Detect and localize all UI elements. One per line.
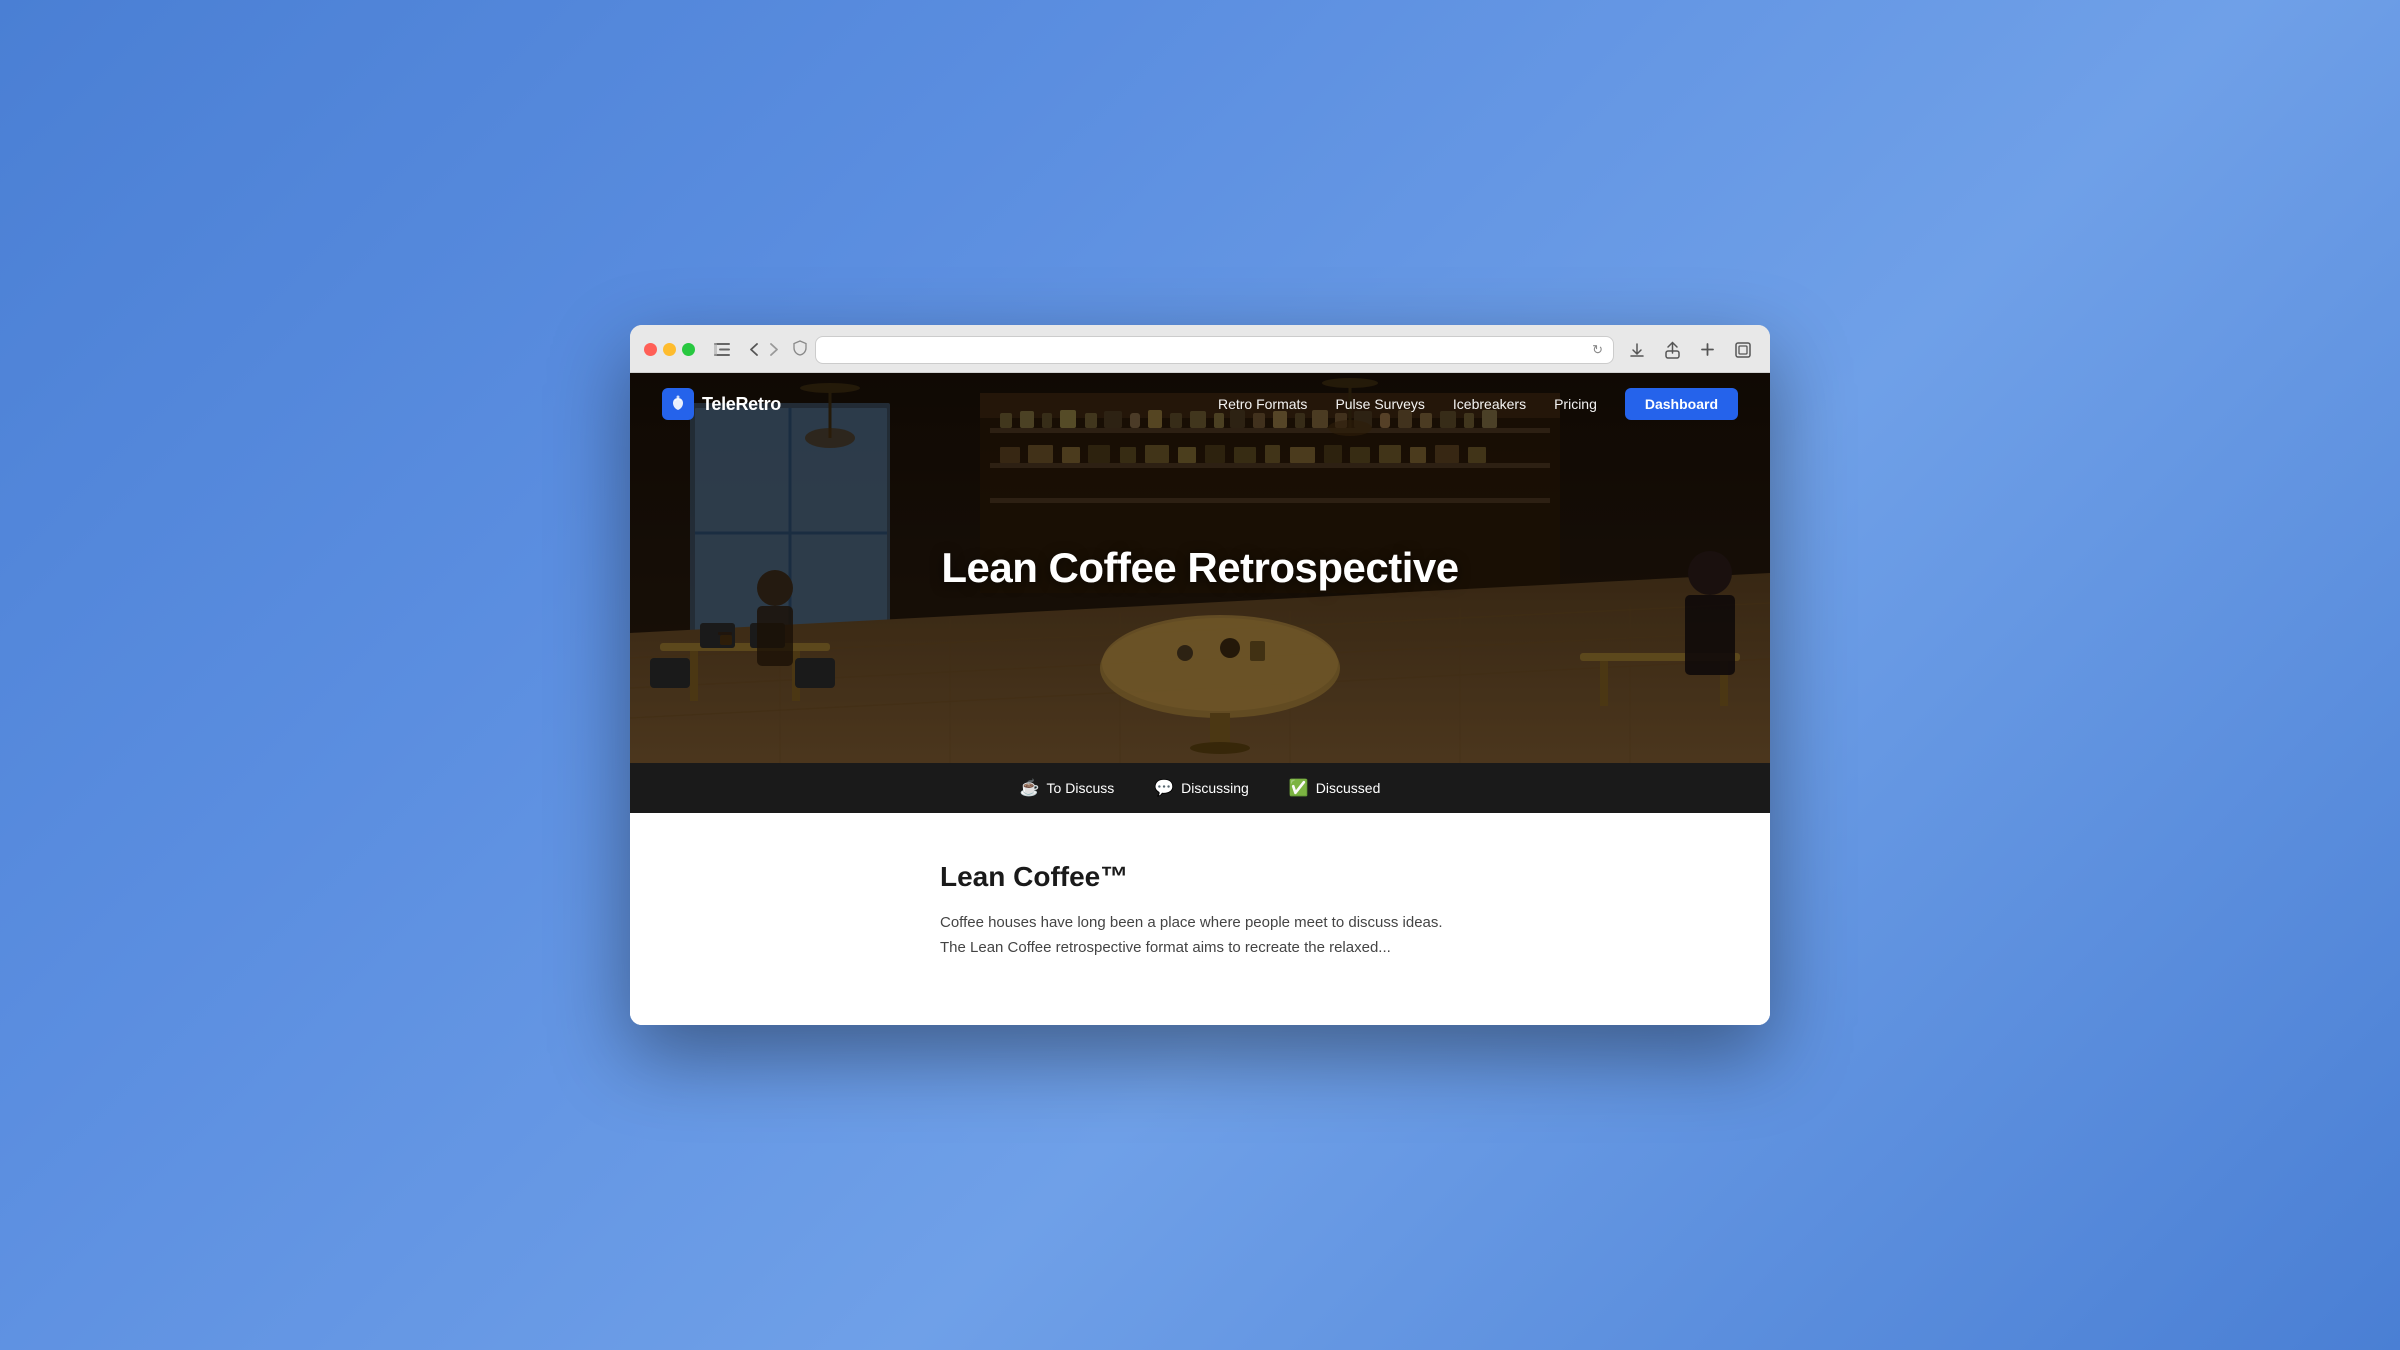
tabs-icon[interactable] bbox=[1730, 340, 1756, 360]
discussing-label: Discussing bbox=[1181, 780, 1249, 796]
content-title: Lean Coffee™ bbox=[940, 861, 1460, 893]
discussed-icon: ✅ bbox=[1289, 778, 1309, 798]
download-icon[interactable] bbox=[1624, 340, 1650, 360]
nav-icebreakers[interactable]: Icebreakers bbox=[1453, 396, 1526, 412]
hero-section: TeleRetro Retro Formats Pulse Surveys Ic… bbox=[630, 373, 1770, 763]
browser-chrome: ↻ bbox=[630, 325, 1770, 373]
content-text: Coffee houses have long been a place whe… bbox=[940, 911, 1460, 961]
logo-icon bbox=[662, 388, 694, 420]
status-discussed: ✅ Discussed bbox=[1289, 778, 1381, 798]
status-bar: ☕ To Discuss 💬 Discussing ✅ Discussed bbox=[630, 763, 1770, 813]
hero-title: Lean Coffee Retrospective bbox=[941, 544, 1458, 592]
traffic-lights bbox=[644, 343, 695, 356]
share-icon[interactable] bbox=[1660, 339, 1685, 361]
refresh-icon[interactable]: ↻ bbox=[1592, 342, 1603, 358]
dashboard-button[interactable]: Dashboard bbox=[1625, 388, 1738, 420]
discussed-label: Discussed bbox=[1316, 780, 1381, 796]
to-discuss-label: To Discuss bbox=[1047, 780, 1115, 796]
back-button[interactable] bbox=[745, 341, 763, 358]
maximize-button[interactable] bbox=[682, 343, 695, 356]
new-tab-icon[interactable] bbox=[1695, 340, 1720, 359]
logo-area: TeleRetro bbox=[662, 388, 781, 420]
nav-pulse-surveys[interactable]: Pulse Surveys bbox=[1335, 396, 1424, 412]
browser-window: ↻ bbox=[630, 325, 1770, 1025]
nav-buttons bbox=[745, 341, 783, 358]
close-button[interactable] bbox=[644, 343, 657, 356]
nav-retro-formats[interactable]: Retro Formats bbox=[1218, 396, 1307, 412]
nav-links: Retro Formats Pulse Surveys Icebreakers … bbox=[1218, 388, 1738, 420]
sidebar-toggle-button[interactable] bbox=[709, 341, 735, 358]
address-bar-container: ↻ bbox=[793, 336, 1614, 364]
shield-icon bbox=[793, 340, 807, 359]
status-to-discuss: ☕ To Discuss bbox=[1020, 778, 1115, 798]
to-discuss-icon: ☕ bbox=[1020, 778, 1040, 798]
browser-content: TeleRetro Retro Formats Pulse Surveys Ic… bbox=[630, 373, 1770, 1025]
nav-pricing[interactable]: Pricing bbox=[1554, 396, 1597, 412]
logo-text: TeleRetro bbox=[702, 394, 781, 415]
site-nav: TeleRetro Retro Formats Pulse Surveys Ic… bbox=[630, 373, 1770, 435]
address-bar[interactable]: ↻ bbox=[815, 336, 1614, 364]
status-discussing: 💬 Discussing bbox=[1154, 778, 1249, 798]
content-inner: Lean Coffee™ Coffee houses have long bee… bbox=[900, 861, 1500, 961]
browser-actions bbox=[1624, 339, 1756, 361]
content-area: Lean Coffee™ Coffee houses have long bee… bbox=[630, 813, 1770, 1025]
discussing-icon: 💬 bbox=[1154, 778, 1174, 798]
minimize-button[interactable] bbox=[663, 343, 676, 356]
forward-button[interactable] bbox=[765, 341, 783, 358]
